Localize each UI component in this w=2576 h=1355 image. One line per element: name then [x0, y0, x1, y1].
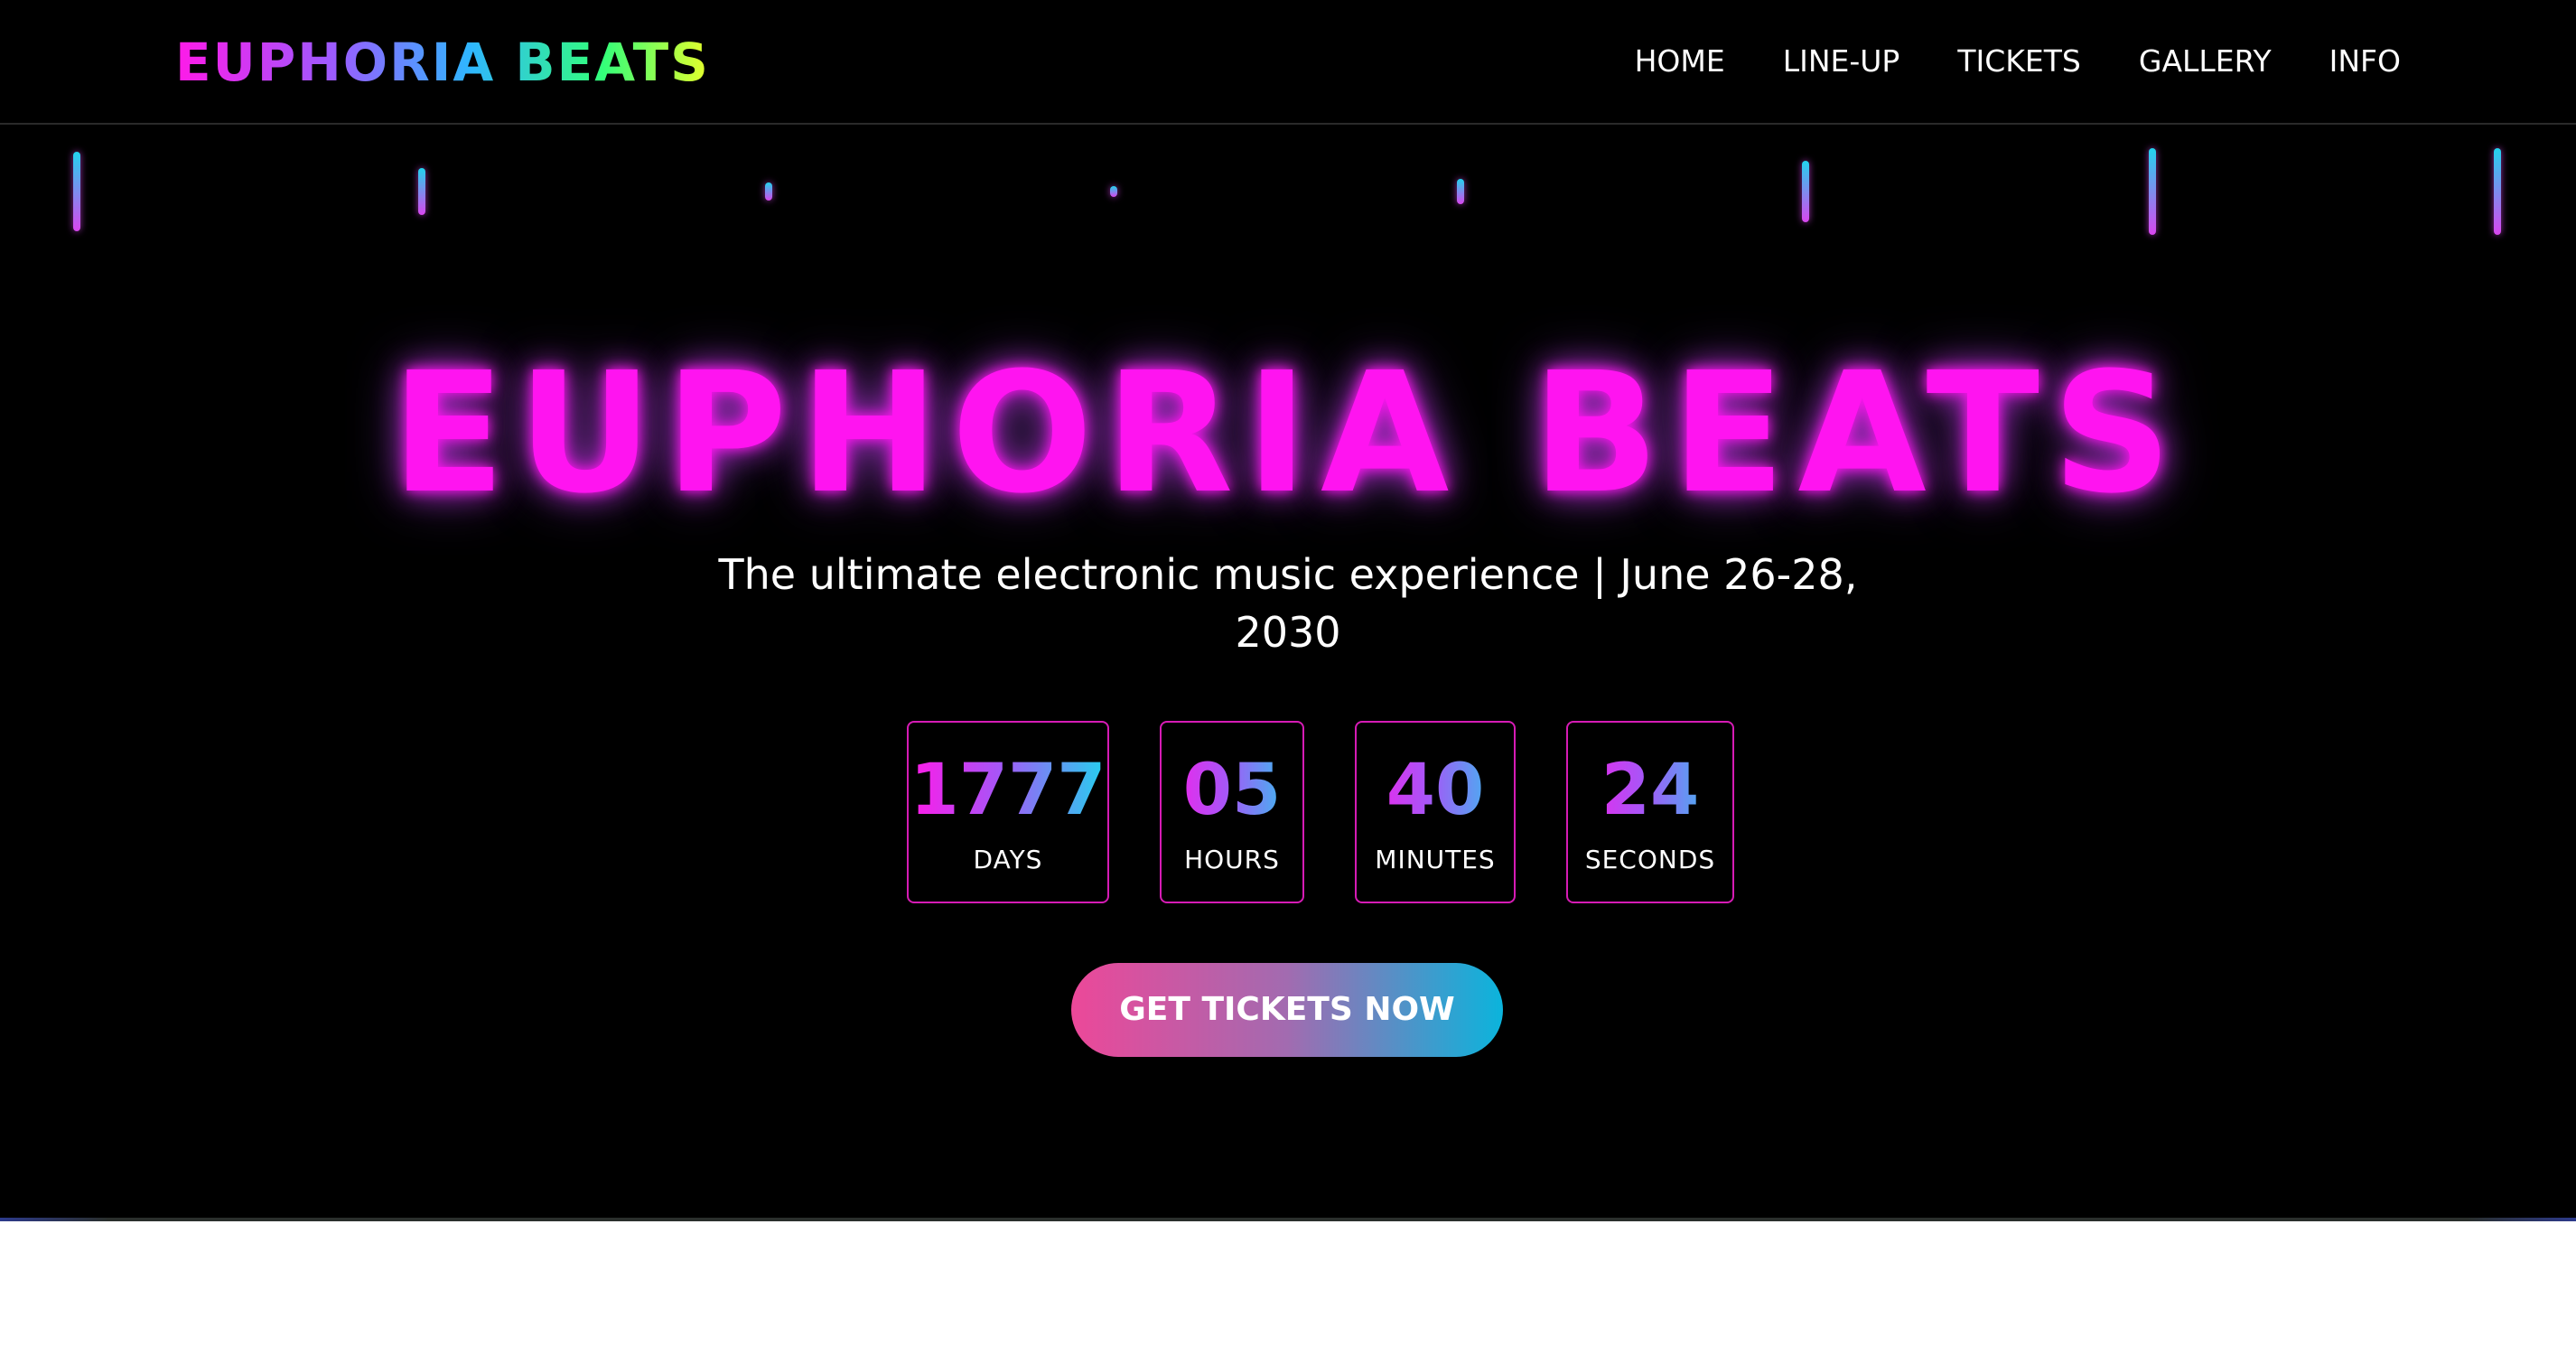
equalizer-bar [1457, 179, 1464, 204]
navbar: EUPHORIA BEATS HOME LINE-UP TICKETS GALL… [0, 0, 2576, 125]
equalizer-bar [1110, 186, 1117, 197]
page: EUPHORIA BEATS HOME LINE-UP TICKETS GALL… [0, 0, 2576, 1355]
countdown-days-label: DAYS [973, 845, 1043, 874]
nav-home-link[interactable]: HOME [1635, 40, 1725, 83]
decorative-shape [0, 1218, 108, 1221]
hero-title: EUPHORIA BEATS [391, 337, 2185, 530]
nav-info-link[interactable]: INFO [2329, 40, 2401, 83]
nav-tickets-link[interactable]: TICKETS [1957, 40, 2081, 83]
countdown-days-value: 1777 [910, 750, 1106, 831]
countdown-seconds: 24 SECONDS [1566, 721, 1734, 903]
equalizer-bar [2149, 148, 2156, 235]
hero-subtitle: The ultimate electronic music experience… [718, 550, 1858, 657]
countdown-hours: 05 HOURS [1160, 721, 1304, 903]
equalizer-bar [765, 182, 772, 201]
countdown-minutes-value: 40 [1357, 750, 1514, 831]
nav-gallery-link[interactable]: GALLERY [2139, 40, 2272, 83]
site-logo[interactable]: EUPHORIA BEATS [175, 31, 710, 94]
countdown-timer: 1777 DAYS 05 HOURS 40 MINUTES 24 SECONDS [907, 721, 1734, 903]
equalizer-bar [73, 152, 80, 231]
countdown-days: 1777 DAYS [907, 721, 1109, 903]
page-background [0, 1245, 2576, 1355]
nav-lineup-link[interactable]: LINE-UP [1783, 40, 1900, 83]
next-section-peek [0, 1218, 2576, 1221]
countdown-seconds-label: SECONDS [1584, 845, 1716, 874]
countdown-seconds-value: 24 [1568, 750, 1732, 831]
equalizer-bar [2494, 148, 2501, 235]
hero-section: EUPHORIA BEATS HOME LINE-UP TICKETS GALL… [0, 0, 2576, 1221]
decorative-shape [2468, 1218, 2576, 1221]
equalizer-bar [418, 168, 425, 215]
equalizer-bar [1802, 161, 1809, 222]
countdown-hours-label: HOURS [1184, 845, 1280, 874]
main-nav: HOME LINE-UP TICKETS GALLERY INFO [1635, 40, 2401, 83]
countdown-minutes: 40 MINUTES [1355, 721, 1516, 903]
countdown-minutes-label: MINUTES [1375, 845, 1496, 874]
get-tickets-button[interactable]: GET TICKETS NOW [1071, 963, 1503, 1057]
countdown-hours-value: 05 [1162, 750, 1302, 831]
